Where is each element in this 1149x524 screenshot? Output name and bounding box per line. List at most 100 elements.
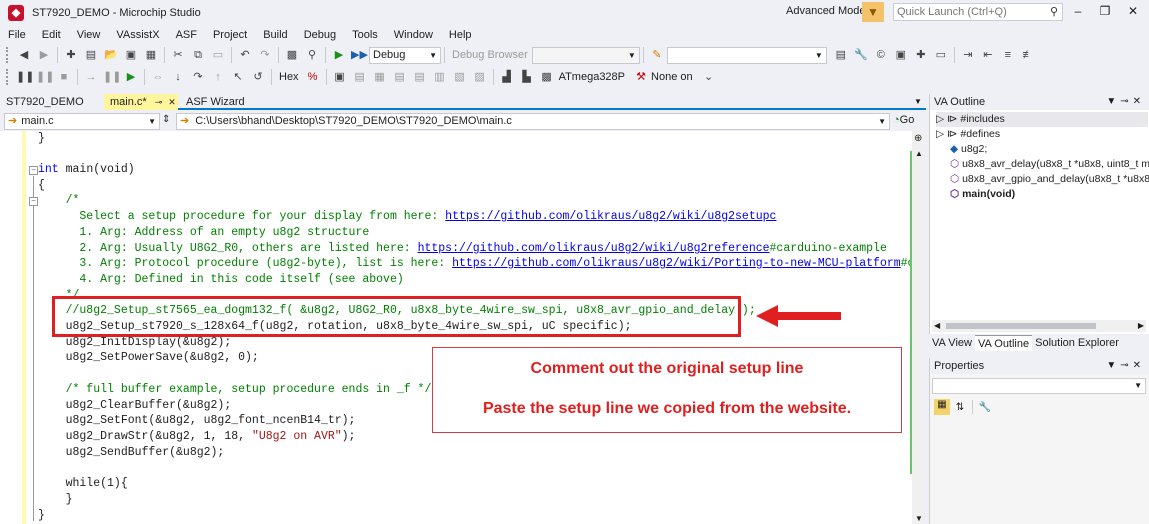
tab-overflow-icon[interactable]: ▼ [912,94,926,110]
fold-toggle-icon[interactable]: − [29,166,38,175]
toolchain-icon[interactable]: ▙ [519,69,535,85]
expand-icon[interactable]: ▷ [936,128,947,140]
line-gutter[interactable] [0,131,23,524]
expand-icon[interactable]: ▷ [936,113,947,125]
memory1-icon[interactable]: ▤ [392,69,408,85]
paste-icon[interactable]: ▭ [210,47,226,63]
code-line[interactable]: int main(void) [38,162,135,178]
back-icon[interactable]: ◀ [16,47,32,63]
tab-va-outline[interactable]: VA Outline [974,335,1033,351]
continue-icon[interactable]: ▶ [123,69,139,85]
watch-icon[interactable]: ▧ [452,69,468,85]
step-out-icon[interactable]: ↑ [210,69,226,85]
scroll-left-icon[interactable]: ◀ [934,321,940,330]
menu-edit[interactable]: Edit [34,27,69,43]
memory-icon[interactable]: ▣ [893,47,909,63]
scroll-thumb[interactable] [946,323,1096,329]
tab-main-c[interactable]: main.c* ⊸ ✕ [104,94,178,110]
code-line[interactable]: u8g2_SendBuffer(&u8g2); [38,445,225,461]
hex-toggle[interactable]: Hex [279,71,299,83]
properties-object-select[interactable]: ▼ [932,378,1146,394]
reset-icon[interactable]: ↺ [250,69,266,85]
scroll-down-icon[interactable]: ▼ [915,514,923,523]
advanced-mode-label[interactable]: Advanced Mode [786,5,866,17]
close-button[interactable]: ✕ [1121,4,1145,18]
pane-controls[interactable]: ▼⊸✕ [1106,358,1145,374]
pane-controls[interactable]: ▼⊸✕ [1106,94,1145,110]
memory2-icon[interactable]: ▤ [412,69,428,85]
tab-solution-explorer[interactable]: Solution Explorer [1032,335,1122,351]
menu-tools[interactable]: Tools [344,27,386,43]
find-combo[interactable]: ▼ [666,46,827,64]
outline-item-variable[interactable]: ◆ u8g2; [950,142,987,157]
outline-item-function[interactable]: ⬡ u8x8_avr_delay(u8x8_t *u8x8, uint8_t m… [950,157,1149,172]
pause-icon[interactable]: ❚❚ [36,69,54,85]
tool-hammer-icon[interactable]: ⚒ [633,69,649,85]
forward-icon[interactable]: ▶ [36,47,52,63]
solution-config-icon[interactable]: ▩ [284,47,300,63]
restore-button[interactable]: ❐ [1093,4,1117,18]
step-into-icon[interactable]: ↓ [170,69,186,85]
code-line[interactable]: { [38,178,45,194]
split-icon[interactable]: ⊕ [914,133,922,144]
outline-item-defines[interactable]: ▷ ⧐ #defines [936,127,1000,142]
debug-browser-label[interactable]: Debug Browser [452,49,528,61]
menu-window[interactable]: Window [386,27,441,43]
code-line[interactable]: } [38,508,45,524]
run-to-cursor-icon[interactable]: ↖ [230,69,246,85]
code-line[interactable]: /* [38,193,80,209]
code-line[interactable]: u8g2_SetFont(&u8g2, u8g2_font_ncenB14_tr… [38,413,356,429]
tool-label[interactable]: None on [651,71,693,83]
outline-item-function[interactable]: ⬡ u8x8_avr_gpio_and_delay(u8x8_t *u8x8, [950,172,1149,187]
uncomment-icon[interactable]: ≢ [1020,47,1036,63]
toolbar-overflow-icon[interactable]: ⌄ [701,69,717,85]
cut-icon[interactable]: ✂ [170,47,186,63]
code-line[interactable]: } [38,131,45,147]
close-icon[interactable]: ✕ [168,97,176,107]
code-line[interactable]: } [38,492,73,508]
property-pages-icon[interactable]: 🔧 [977,402,993,413]
code-line[interactable]: 1. Arg: Address of an empty u8g2 structu… [38,225,369,241]
device-label[interactable]: ATmega328P [559,71,625,83]
new-project-icon[interactable]: ✚ [63,47,79,63]
menu-debug[interactable]: Debug [296,27,344,43]
menu-help[interactable]: Help [441,27,480,43]
copy-icon[interactable]: ⧉ [190,47,206,63]
indent-icon[interactable]: ⇥ [960,47,976,63]
debug-browser-select[interactable]: ▼ [531,46,640,64]
scroll-right-icon[interactable]: ▶ [1138,320,1144,332]
code-line[interactable]: u8g2_DrawStr(&u8g2, 1, 18, "U8g2 on AVR"… [38,429,356,445]
code-line[interactable]: /* full buffer example, setup procedure … [38,382,432,398]
menu-view[interactable]: View [69,27,109,43]
extensions-icon[interactable]: ✚ [913,47,929,63]
menu-file[interactable]: File [0,27,34,43]
wrench-icon[interactable]: 🔧 [853,47,869,63]
pin-icon[interactable]: ⊸ [155,97,163,107]
tab-asf-wizard[interactable]: ASF Wizard [180,94,260,110]
redo-icon[interactable]: ↷ [257,47,273,63]
code-line[interactable]: 2. Arg: Usually U8G2_R0, others are list… [38,241,886,257]
start-without-debugging-icon[interactable]: ▶▶ [351,47,368,63]
open-icon[interactable]: 📂 [103,47,119,63]
outline-horizontal-scrollbar[interactable]: ◀ ▶ [932,320,1146,332]
undo-icon[interactable]: ↶ [237,47,253,63]
code-line[interactable]: u8g2_ClearBuffer(&u8g2); [38,398,232,414]
alphabetical-icon[interactable]: ⇅ [952,402,968,413]
locals-icon[interactable]: ▨ [472,69,488,85]
path-select[interactable]: ➔ C:\Users\bhand\Desktop\ST7920_DEMO\ST79… [176,113,890,130]
disassembly-icon[interactable]: ▤ [352,69,368,85]
menu-asf[interactable]: ASF [168,27,205,43]
configuration-select[interactable]: Debug ▼ [369,46,441,64]
code-line[interactable]: 3. Arg: Protocol procedure (u8g2-byte), … [38,256,926,272]
find-in-files-icon[interactable]: ✎ [649,47,665,63]
file-select[interactable]: ➔ main.c ▼ [4,113,160,130]
menu-vassistx[interactable]: VAssistX [108,27,167,43]
find-icon[interactable]: ⚲ [304,47,320,63]
breakpoints-icon[interactable]: % [305,69,321,85]
windows-icon[interactable]: ▣ [332,69,348,85]
toolbar-grip[interactable] [6,47,10,63]
io-view-icon[interactable]: ▥ [432,69,448,85]
tab-va-view[interactable]: VA View [929,335,975,351]
terminal-icon[interactable]: ▭ [933,47,949,63]
pause2-icon[interactable]: ❚❚ [103,69,121,85]
